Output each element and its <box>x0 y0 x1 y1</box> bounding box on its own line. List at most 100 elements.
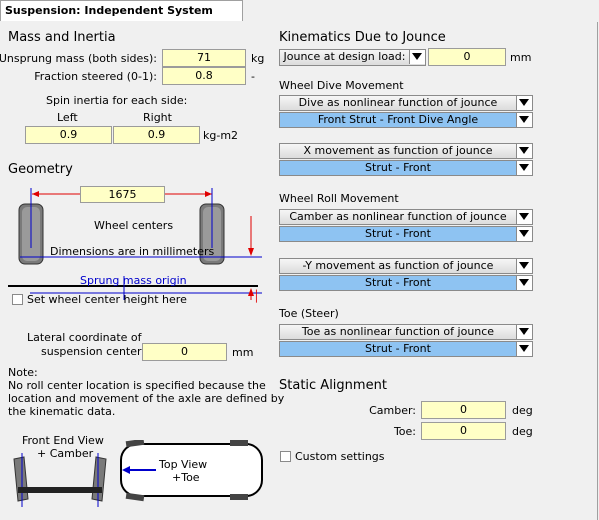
camber-label: Camber: <box>369 404 416 417</box>
x-movement-dataset-value: Strut - Front <box>365 161 431 174</box>
front-left-wheel-icon <box>13 456 29 502</box>
geometry-heading: Geometry <box>8 162 73 177</box>
chevron-down-icon <box>519 230 529 237</box>
top-wheel-rr <box>230 494 248 500</box>
dive-function-arrow[interactable] <box>516 96 532 110</box>
unsprung-mass-unit: kg <box>251 52 265 65</box>
camber-unit: deg <box>512 404 533 417</box>
right-label: Right <box>143 111 172 124</box>
sprung-mass-origin-label: Sprung mass origin <box>80 274 187 287</box>
toe-dataset-select[interactable]: Strut - Front <box>279 341 533 357</box>
note-line-1: No roll center location is specified bec… <box>8 379 266 392</box>
y-movement-dataset-select[interactable]: Strut - Front <box>279 275 533 291</box>
chevron-down-icon <box>412 53 422 60</box>
chevron-down-icon <box>519 328 529 335</box>
height-arrow-tail: │ <box>253 290 260 303</box>
custom-settings-label: Custom settings <box>295 450 385 463</box>
spin-inertia-left-field[interactable]: 0.9 <box>25 126 112 144</box>
front-end-view-diagram <box>13 453 107 507</box>
chevron-down-icon <box>519 262 529 269</box>
chevron-down-icon <box>519 116 529 123</box>
y-movement-select[interactable]: -Y movement as function of jounce <box>279 258 533 274</box>
toe-function-select-value: Toe as nonlinear function of jounce <box>301 325 495 338</box>
top-view-label: Top View <box>159 458 208 471</box>
dive-function-select-value: Dive as nonlinear function of jounce <box>298 96 498 109</box>
track-width-field[interactable]: 1675 <box>80 186 165 203</box>
note-line-3: the kinematic data. <box>8 405 116 418</box>
y-movement-dataset-value: Strut - Front <box>365 276 431 289</box>
jounce-value-field[interactable]: 0 <box>428 48 506 66</box>
front-axle <box>18 487 102 493</box>
toe-unit: deg <box>512 425 533 438</box>
toe-field[interactable]: 0 <box>421 422 506 440</box>
x-movement-dataset-select[interactable]: Strut - Front <box>279 160 533 176</box>
chevron-down-icon <box>519 99 529 106</box>
dive-dataset-select-value: Front Strut - Front Dive Angle <box>317 113 479 126</box>
set-wheel-height-label: Set wheel center height here <box>27 293 187 306</box>
main-panel: Mass and Inertia Unsprung mass (both sid… <box>0 22 599 520</box>
toe-function-select[interactable]: Toe as nonlinear function of jounce <box>279 324 533 340</box>
dive-dataset-arrow[interactable] <box>516 113 532 127</box>
top-wheel-fr <box>230 440 248 446</box>
lateral-coordinate-field[interactable]: 0 <box>142 343 227 361</box>
kinematics-heading: Kinematics Due to Jounce <box>279 30 446 45</box>
spin-inertia-right-field[interactable]: 0.9 <box>113 126 200 144</box>
unsprung-mass-label: Unsprung mass (both sides): <box>0 52 157 65</box>
lateral-label-1: Lateral coordinate of <box>27 331 142 344</box>
height-arrowhead-upper <box>248 248 254 256</box>
lateral-coordinate-unit: mm <box>232 346 254 359</box>
toe-dataset-select-value: Strut - Front <box>365 342 431 355</box>
jounce-select[interactable]: Jounce at design load: <box>279 49 426 66</box>
y-movement-select-value: -Y movement as function of jounce <box>302 259 494 272</box>
dive-heading: Wheel Dive Movement <box>279 79 404 92</box>
front-right-wheel-icon <box>91 456 107 502</box>
set-wheel-height-checkbox[interactable] <box>12 294 23 305</box>
camber-function-select-value: Camber as nonlinear function of jounce <box>289 210 507 223</box>
fraction-steered-unit: - <box>251 70 255 83</box>
fraction-steered-field[interactable]: 0.8 <box>162 67 246 85</box>
toe-function-arrow[interactable] <box>516 325 532 339</box>
tab-bar: Suspension: Independent System Kinematic… <box>0 0 599 37</box>
jounce-select-value: Jounce at design load: <box>283 50 406 63</box>
toe-dataset-arrow[interactable] <box>516 342 532 356</box>
camber-dataset-select[interactable]: Strut - Front <box>279 226 533 242</box>
camber-function-select[interactable]: Camber as nonlinear function of jounce <box>279 209 533 225</box>
chevron-down-icon <box>519 164 529 171</box>
lateral-label-2: suspension center: <box>41 345 146 358</box>
top-view-toe-label: +Toe <box>172 471 200 484</box>
note-title: Note: <box>8 366 38 379</box>
chevron-down-icon <box>519 345 529 352</box>
dive-function-select[interactable]: Dive as nonlinear function of jounce <box>279 95 533 111</box>
y-movement-dataset-arrow[interactable] <box>516 276 532 290</box>
spin-inertia-label: Spin inertia for each side: <box>46 94 188 107</box>
fraction-steered-label: Fraction steered (0-1): <box>34 70 157 83</box>
panel-right-border <box>597 22 598 520</box>
dimensions-note: Dimensions are in millimeters <box>50 245 215 258</box>
note-line-2: location and movement of the axle are de… <box>8 392 285 405</box>
chevron-down-icon <box>519 279 529 286</box>
roll-heading: Wheel Roll Movement <box>279 192 399 205</box>
x-movement-select[interactable]: X movement as function of jounce <box>279 143 533 159</box>
x-movement-select-value: X movement as function of jounce <box>303 144 493 157</box>
jounce-select-arrow[interactable] <box>409 50 425 64</box>
toe-heading: Toe (Steer) <box>279 307 339 320</box>
chevron-down-icon <box>519 213 529 220</box>
chevron-down-icon <box>519 147 529 154</box>
tab-suspension-kinematics[interactable]: Suspension: Independent System Kinematic… <box>0 0 243 37</box>
arrowhead-right <box>205 191 212 197</box>
dive-dataset-select[interactable]: Front Strut - Front Dive Angle <box>279 112 533 128</box>
wheel-centers-label: Wheel centers <box>94 219 174 232</box>
x-movement-arrow[interactable] <box>516 144 532 158</box>
mass-heading: Mass and Inertia <box>8 30 116 45</box>
x-movement-dataset-arrow[interactable] <box>516 161 532 175</box>
camber-function-arrow[interactable] <box>516 210 532 224</box>
custom-settings-checkbox[interactable] <box>280 451 291 462</box>
spin-inertia-unit: kg-m2 <box>203 129 239 142</box>
camber-field[interactable]: 0 <box>421 401 506 419</box>
camber-dataset-select-value: Strut - Front <box>365 227 431 240</box>
jounce-unit: mm <box>510 51 532 64</box>
static-alignment-heading: Static Alignment <box>279 378 387 393</box>
camber-dataset-arrow[interactable] <box>516 227 532 241</box>
y-movement-arrow[interactable] <box>516 259 532 273</box>
unsprung-mass-field[interactable]: 71 <box>162 49 246 67</box>
